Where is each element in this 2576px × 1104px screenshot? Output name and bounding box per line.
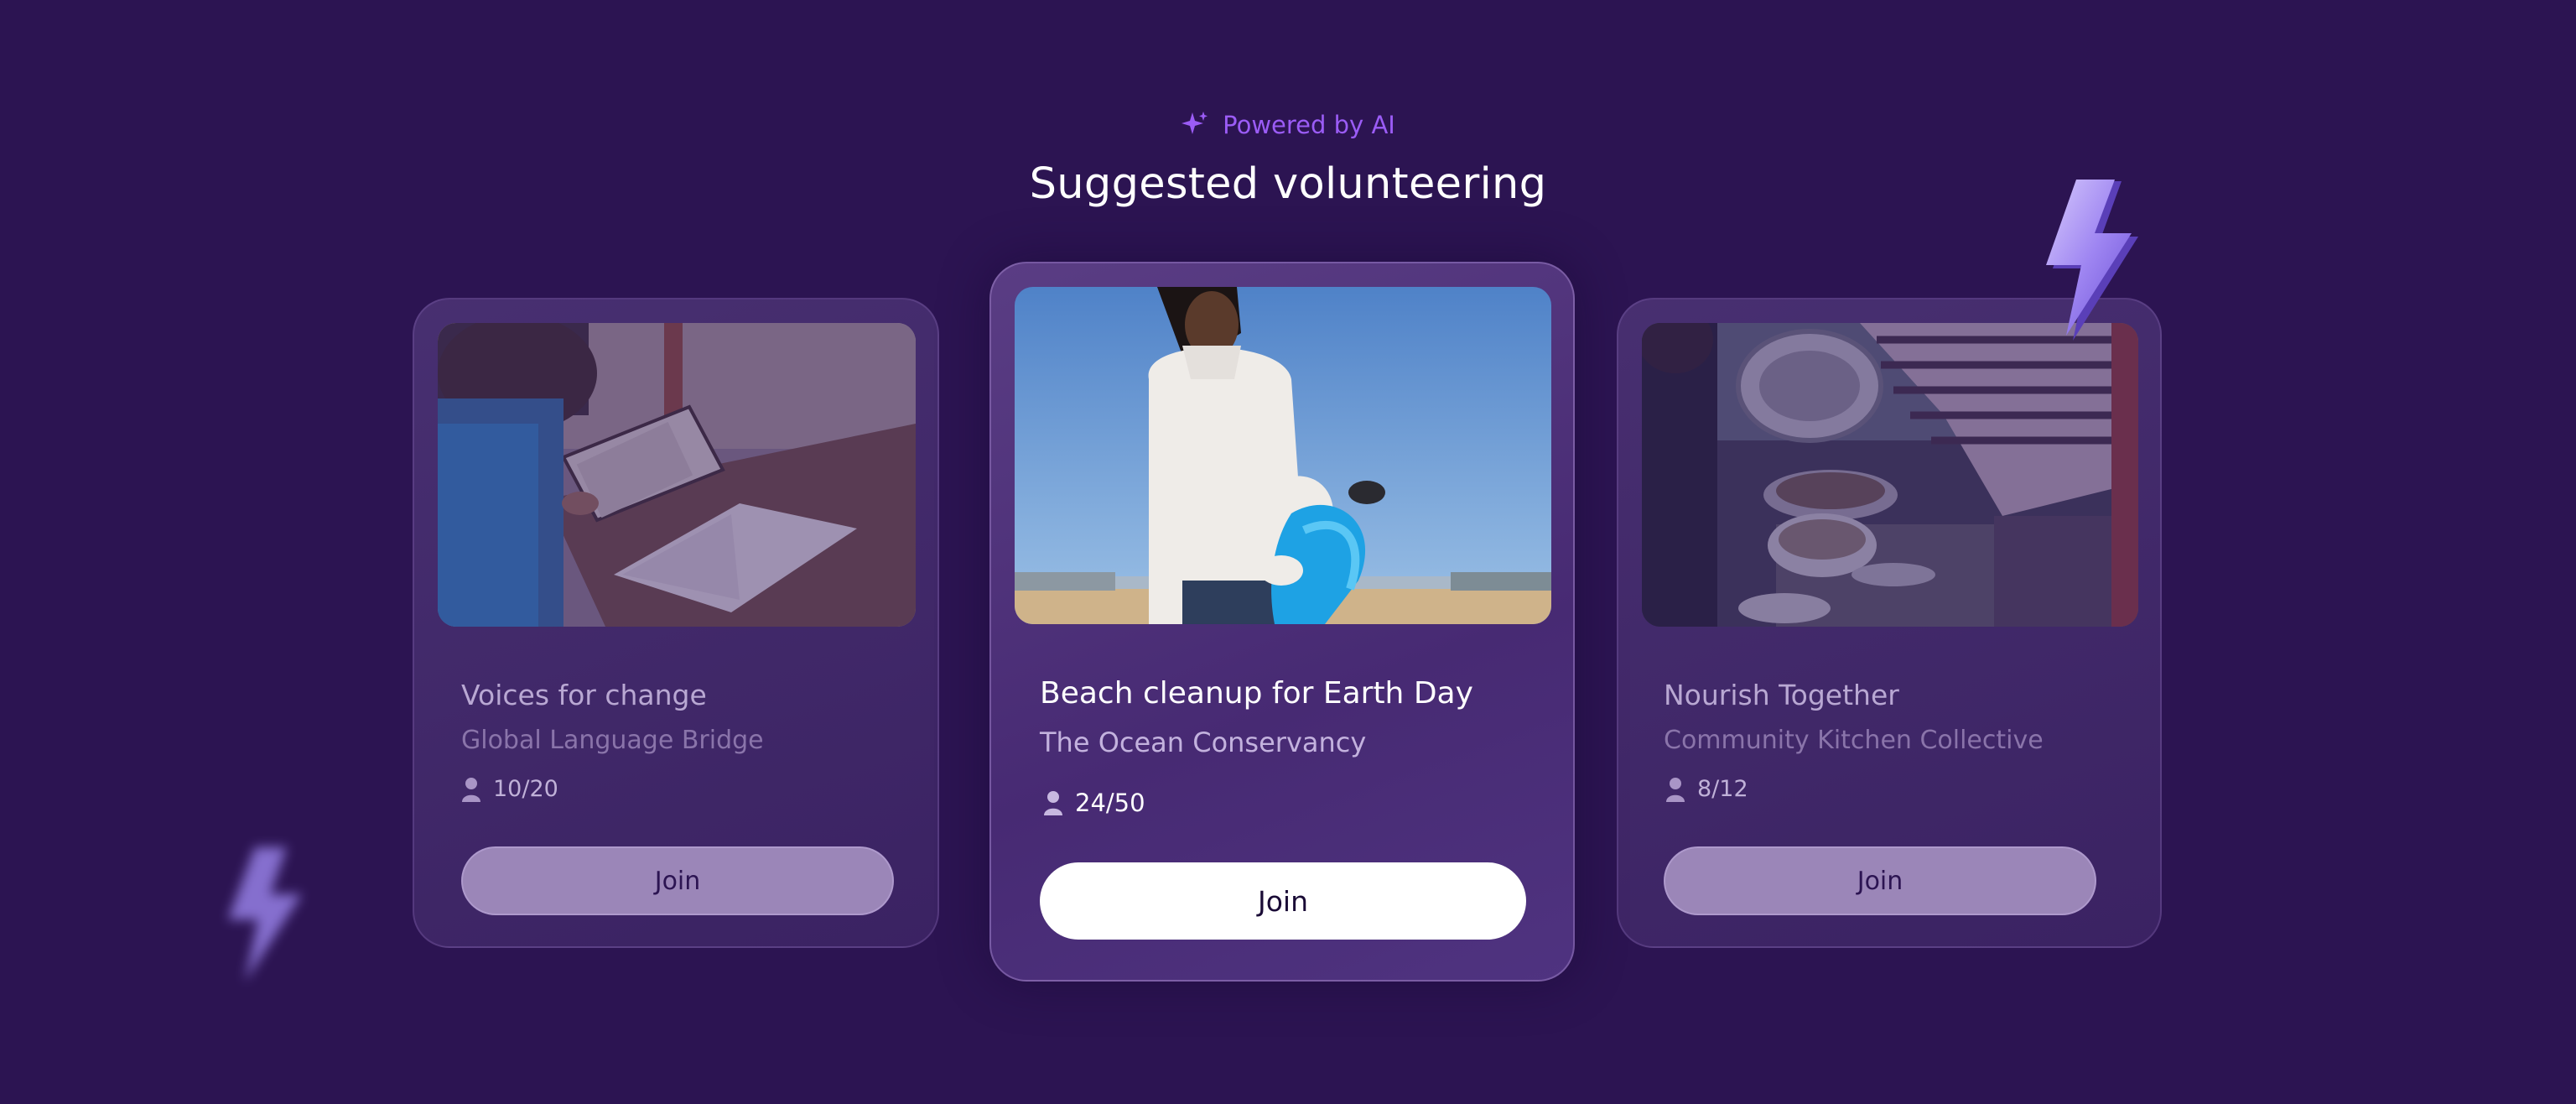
card-image: [438, 323, 916, 627]
card-title: Beach cleanup for Earth Day: [1040, 676, 1473, 711]
card-title: Voices for change: [461, 679, 707, 711]
person-icon: [462, 777, 480, 802]
participants-count: 10/20: [461, 776, 558, 802]
powered-by-ai-badge: Powered by AI: [0, 111, 2576, 139]
participants-value: 10/20: [493, 776, 558, 802]
sparkle-icon: [1182, 112, 1208, 134]
card-organization: The Ocean Conservancy: [1040, 726, 1367, 758]
card-organization: Global Language Bridge: [461, 726, 764, 755]
volunteer-card-voices-for-change: Voices for change Global Language Bridge…: [413, 298, 939, 948]
participants-value: 8/12: [1697, 776, 1748, 802]
participants-count: 24/50: [1043, 789, 1145, 817]
participants-value: 24/50: [1075, 789, 1145, 817]
card-image: [1015, 287, 1551, 624]
volunteer-card-nourish-together: Nourish Together Community Kitchen Colle…: [1617, 298, 2162, 948]
lightning-bolt-icon: [2046, 180, 2138, 341]
card-title: Nourish Together: [1664, 679, 1899, 711]
join-button[interactable]: Join: [461, 846, 894, 915]
volunteer-card-beach-cleanup: Beach cleanup for Earth Day The Ocean Co…: [989, 262, 1575, 982]
join-button[interactable]: Join: [1040, 862, 1526, 940]
lightning-bolt-icon-blurred: [228, 847, 302, 982]
card-organization: Community Kitchen Collective: [1664, 726, 2044, 755]
person-icon: [1666, 777, 1685, 802]
join-button[interactable]: Join: [1664, 846, 2096, 915]
page-title: Suggested volunteering: [1029, 159, 1547, 209]
person-icon: [1044, 791, 1062, 815]
card-image: [1642, 323, 2138, 627]
powered-by-ai-label: Powered by AI: [1223, 111, 1395, 139]
participants-count: 8/12: [1665, 776, 1748, 802]
